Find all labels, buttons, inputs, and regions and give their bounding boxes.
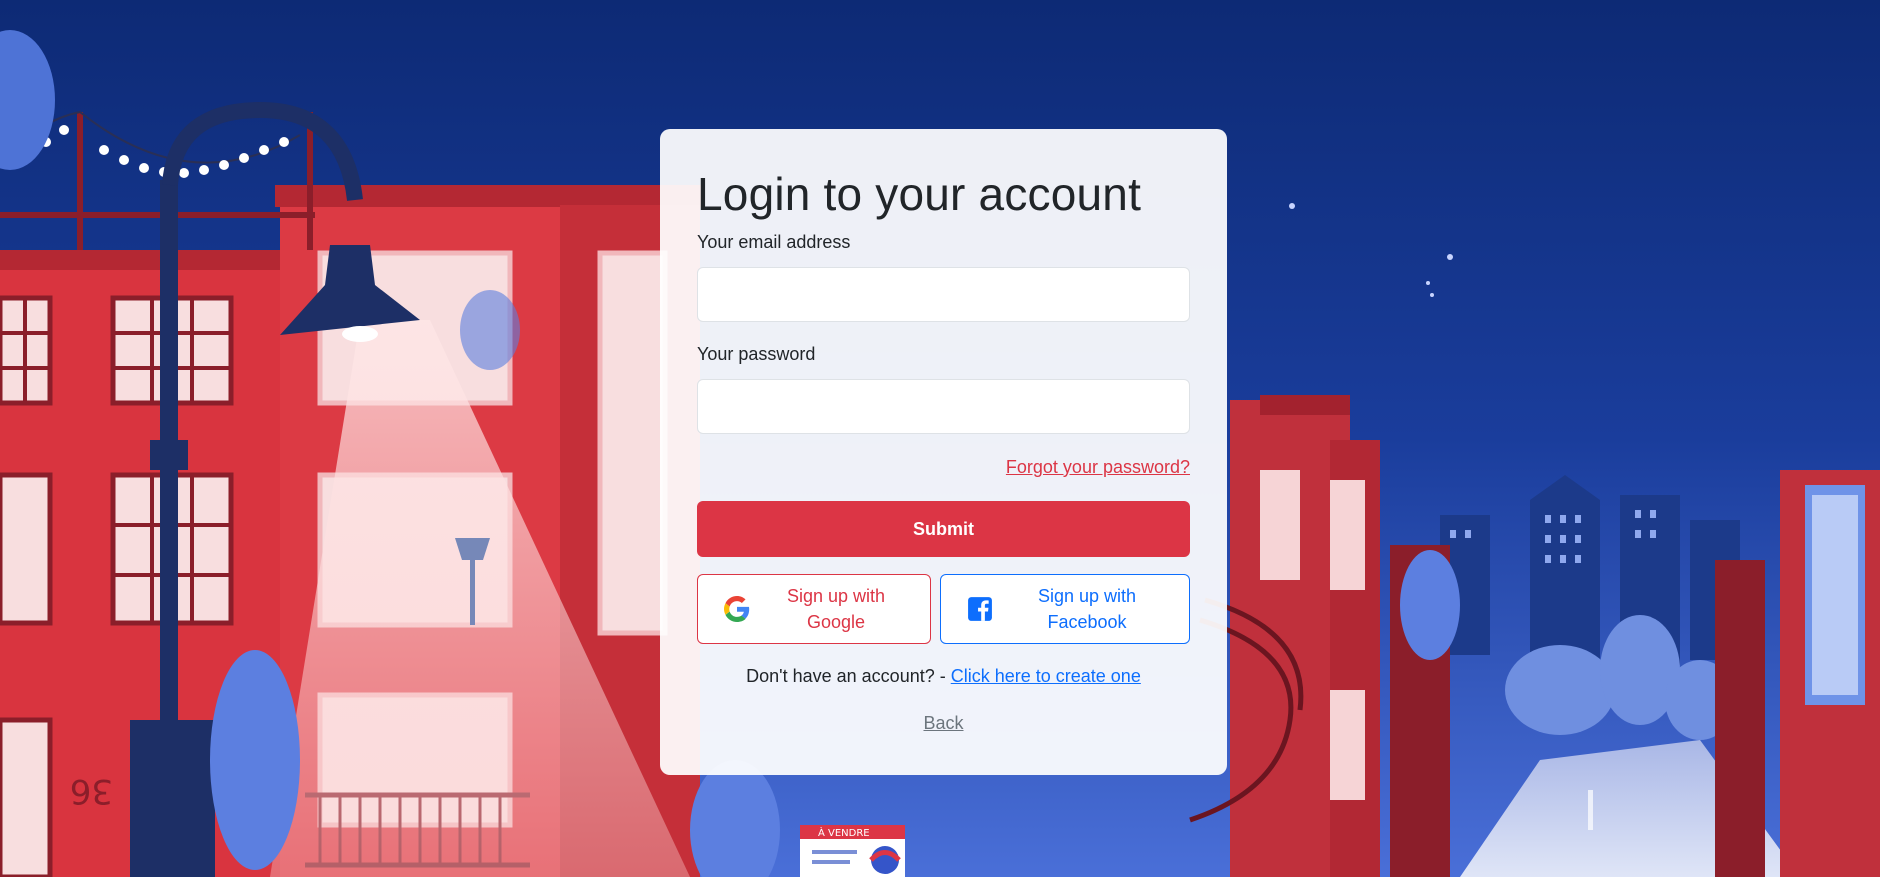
google-signup-button[interactable]: Sign up with Google [697, 574, 931, 644]
page-title: Login to your account [697, 168, 1142, 220]
submit-button[interactable]: Submit [697, 501, 1190, 557]
signup-prompt-line: Don't have an account? - Click here to c… [660, 666, 1227, 687]
signup-prompt-text: Don't have an account? - [746, 666, 951, 686]
facebook-icon [967, 596, 993, 622]
back-link-container: Back [660, 713, 1227, 734]
email-label: Your email address [697, 232, 851, 252]
google-signup-label: Sign up with Google [786, 586, 886, 632]
login-page: 36 À VENDRE Login to your account Your e… [0, 0, 1880, 877]
google-icon [724, 596, 750, 622]
password-field[interactable] [697, 379, 1190, 434]
login-card: Login to your account Your email address… [660, 129, 1227, 775]
door-number-text: 36 [70, 771, 113, 811]
back-link[interactable]: Back [923, 713, 963, 733]
facebook-signup-button[interactable]: Sign up with Facebook [940, 574, 1190, 644]
for-sale-sign: À VENDRE [800, 825, 905, 877]
svg-text:À VENDRE: À VENDRE [818, 826, 870, 839]
create-account-link[interactable]: Click here to create one [951, 666, 1141, 686]
facebook-signup-label: Sign up with Facebook [1037, 586, 1137, 632]
forgot-password-link[interactable]: Forgot your password? [1006, 457, 1190, 478]
password-label: Your password [697, 344, 816, 364]
email-field[interactable] [697, 267, 1190, 322]
